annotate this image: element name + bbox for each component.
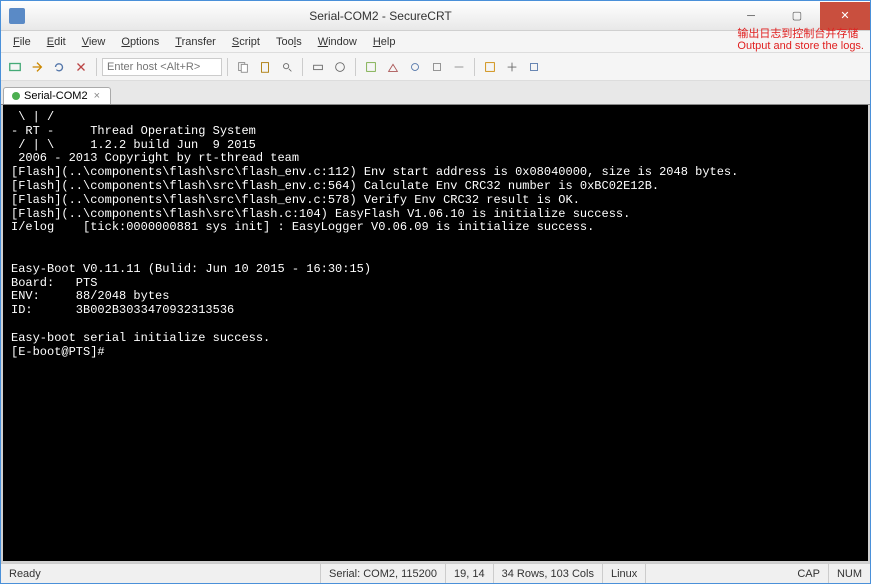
disconnect-icon[interactable] <box>71 57 91 77</box>
menu-view[interactable]: View <box>74 34 114 50</box>
tab-serial-com2[interactable]: Serial-COM2 × <box>3 87 111 104</box>
tab-label: Serial-COM2 <box>24 90 88 102</box>
separator <box>474 58 475 76</box>
tool3-icon[interactable] <box>405 57 425 77</box>
menu-options[interactable]: Options <box>113 34 167 50</box>
statusbar: Ready Serial: COM2, 115200 19, 14 34 Row… <box>1 563 870 583</box>
annotation-zh: 输出日志到控制台并存储 <box>737 29 864 41</box>
tool8-icon[interactable] <box>524 57 544 77</box>
status-ready: Ready <box>1 564 321 583</box>
connect-icon[interactable] <box>5 57 25 77</box>
status-num: NUM <box>829 564 870 583</box>
maximize-button[interactable]: ▢ <box>774 2 820 30</box>
menu-window[interactable]: Window <box>310 34 365 50</box>
window-title: Serial-COM2 - SecureCRT <box>33 9 728 23</box>
titlebar: Serial-COM2 - SecureCRT ─ ▢ ✕ <box>1 1 870 31</box>
status-spacer <box>646 564 789 583</box>
find-icon[interactable] <box>277 57 297 77</box>
tool2-icon[interactable] <box>383 57 403 77</box>
menu-file[interactable]: File <box>5 34 39 50</box>
status-os: Linux <box>603 564 646 583</box>
separator <box>227 58 228 76</box>
window-controls: ─ ▢ ✕ <box>728 2 870 30</box>
host-input[interactable] <box>102 58 222 76</box>
close-button[interactable]: ✕ <box>820 2 870 30</box>
annotation-en: Output and store the logs. <box>737 41 864 53</box>
options-icon[interactable] <box>330 57 350 77</box>
tool6-icon[interactable] <box>480 57 500 77</box>
toolbar <box>1 53 870 81</box>
separator <box>355 58 356 76</box>
status-dot-icon <box>12 92 20 100</box>
status-size: 34 Rows, 103 Cols <box>494 564 603 583</box>
menubar: File Edit View Options Transfer Script T… <box>1 31 870 53</box>
status-cursor-pos: 19, 14 <box>446 564 494 583</box>
print-icon[interactable] <box>308 57 328 77</box>
paste-icon[interactable] <box>255 57 275 77</box>
menu-script[interactable]: Script <box>224 34 268 50</box>
separator <box>96 58 97 76</box>
app-icon <box>9 8 25 24</box>
terminal-output[interactable]: \ | / - RT - Thread Operating System / |… <box>1 105 870 563</box>
menu-tools[interactable]: Tools <box>268 34 310 50</box>
annotation-overlay: 输出日志到控制台并存储 Output and store the logs. <box>737 29 864 52</box>
menu-transfer[interactable]: Transfer <box>167 34 224 50</box>
tab-close-icon[interactable]: × <box>92 90 102 102</box>
tool5-icon[interactable] <box>449 57 469 77</box>
status-serial: Serial: COM2, 115200 <box>321 564 446 583</box>
quick-connect-icon[interactable] <box>27 57 47 77</box>
menu-edit[interactable]: Edit <box>39 34 74 50</box>
separator <box>302 58 303 76</box>
copy-icon[interactable] <box>233 57 253 77</box>
menu-help[interactable]: Help <box>365 34 404 50</box>
reconnect-icon[interactable] <box>49 57 69 77</box>
minimize-button[interactable]: ─ <box>728 2 774 30</box>
status-cap: CAP <box>789 564 829 583</box>
tabbar: Serial-COM2 × <box>1 81 870 105</box>
tool1-icon[interactable] <box>361 57 381 77</box>
tool7-icon[interactable] <box>502 57 522 77</box>
tool4-icon[interactable] <box>427 57 447 77</box>
